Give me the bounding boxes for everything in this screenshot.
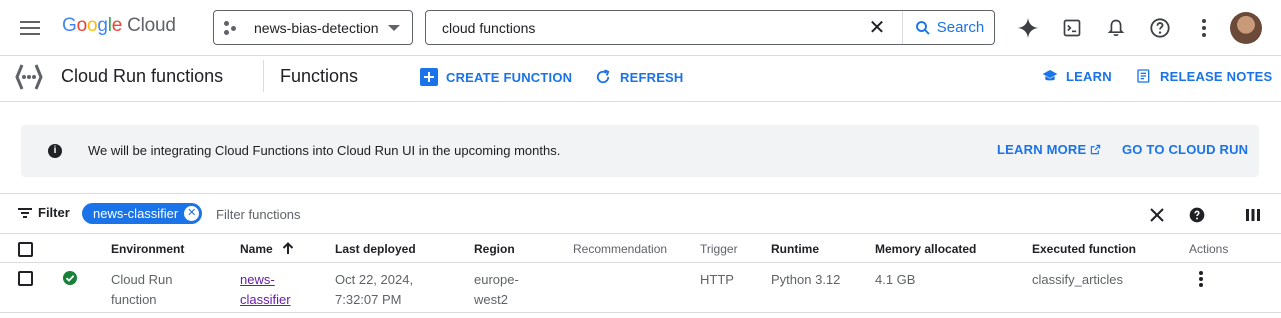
cloud-run-functions-icon: [15, 64, 43, 90]
gemini-icon[interactable]: [1016, 16, 1040, 40]
release-notes-icon: [1136, 68, 1152, 84]
column-header-trigger: Trigger: [700, 242, 738, 256]
main-menu-icon[interactable]: [20, 18, 40, 38]
create-function-button[interactable]: CREATE FUNCTION: [420, 68, 572, 86]
column-header-last-deployed[interactable]: Last deployed: [335, 242, 416, 256]
info-icon: i: [48, 144, 62, 158]
filter-input[interactable]: [216, 205, 716, 223]
cell-memory: 4.1 GB: [875, 272, 916, 287]
column-header-memory[interactable]: Memory allocated: [875, 242, 976, 256]
sort-arrow-up-icon: [282, 242, 294, 254]
cell-runtime: Python 3.12: [771, 272, 841, 287]
project-picker[interactable]: news-bias-detection: [213, 10, 413, 45]
status-ok-icon: [63, 271, 77, 285]
filter-button[interactable]: Filter: [18, 205, 70, 220]
divider: [0, 193, 1281, 194]
learn-button[interactable]: LEARN: [1042, 68, 1112, 84]
page-header: Cloud Run functions Functions CREATE FUN…: [0, 56, 1281, 102]
remove-chip-icon[interactable]: ✕: [184, 206, 200, 221]
search-box: ✕ Search: [425, 10, 995, 45]
search-input[interactable]: [442, 17, 862, 39]
clear-search-icon[interactable]: ✕: [866, 17, 888, 39]
project-icon: [224, 20, 242, 35]
help-icon[interactable]: [1187, 205, 1207, 225]
function-name-link[interactable]: news- classifier: [240, 270, 291, 310]
cell-environment: Cloud Run function: [111, 272, 173, 307]
filter-chip[interactable]: news-classifier ✕: [82, 203, 203, 224]
divider: [0, 233, 1281, 234]
add-box-icon: [420, 68, 438, 86]
column-header-region[interactable]: Region: [474, 242, 515, 256]
page-title: Functions: [280, 66, 359, 86]
search-icon: [915, 20, 930, 35]
info-banner: i We will be integrating Cloud Functions…: [21, 125, 1259, 177]
column-header-executed-function[interactable]: Executed function: [1032, 242, 1136, 256]
go-to-cloud-run-link[interactable]: GO TO CLOUD RUN: [1122, 142, 1248, 157]
refresh-button[interactable]: REFRESH: [594, 68, 684, 86]
divider: [0, 312, 1281, 313]
search-button[interactable]: Search: [902, 11, 995, 44]
open-in-new-icon: [1091, 144, 1101, 155]
banner-message: We will be integrating Cloud Functions i…: [88, 143, 561, 158]
cell-executed-function: classify_articles: [1032, 272, 1124, 287]
cell-region: europe- west2: [474, 272, 519, 307]
divider: [0, 262, 1281, 263]
google-cloud-logo[interactable]: Google Cloud: [62, 15, 176, 37]
school-icon: [1042, 68, 1058, 84]
chevron-down-icon: [388, 25, 400, 31]
header-divider: [263, 60, 264, 92]
release-notes-button[interactable]: RELEASE NOTES: [1136, 68, 1272, 84]
refresh-icon: [594, 68, 612, 86]
row-actions-more-icon[interactable]: [1193, 270, 1209, 290]
row-checkbox[interactable]: [18, 271, 33, 286]
help-icon[interactable]: [1148, 16, 1172, 40]
top-bar: GoogleCloud news-bias-detection ✕ Search: [0, 0, 1281, 56]
column-header-actions: Actions: [1189, 242, 1229, 256]
product-title: Cloud Run functions: [61, 66, 224, 86]
column-display-icon[interactable]: [1243, 205, 1263, 225]
column-header-runtime[interactable]: Runtime: [771, 242, 819, 256]
clear-filter-icon[interactable]: [1147, 205, 1167, 225]
learn-more-link[interactable]: LEARN MORE: [997, 142, 1101, 157]
project-name: news-bias-detection: [254, 19, 379, 36]
avatar[interactable]: [1230, 12, 1262, 44]
cloud-shell-icon[interactable]: [1060, 16, 1084, 40]
cell-last-deployed: Oct 22, 2024, 7:32:07 PM: [335, 272, 414, 307]
more-vert-icon[interactable]: [1192, 16, 1216, 40]
select-all-checkbox[interactable]: [18, 242, 33, 257]
column-header-environment[interactable]: Environment: [111, 242, 184, 256]
cell-trigger: HTTP: [700, 272, 734, 287]
column-header-recommendation: Recommendation: [573, 242, 668, 256]
column-header-name[interactable]: Name: [240, 242, 294, 256]
filter-list-icon: [18, 207, 32, 218]
notifications-icon[interactable]: [1104, 16, 1128, 40]
